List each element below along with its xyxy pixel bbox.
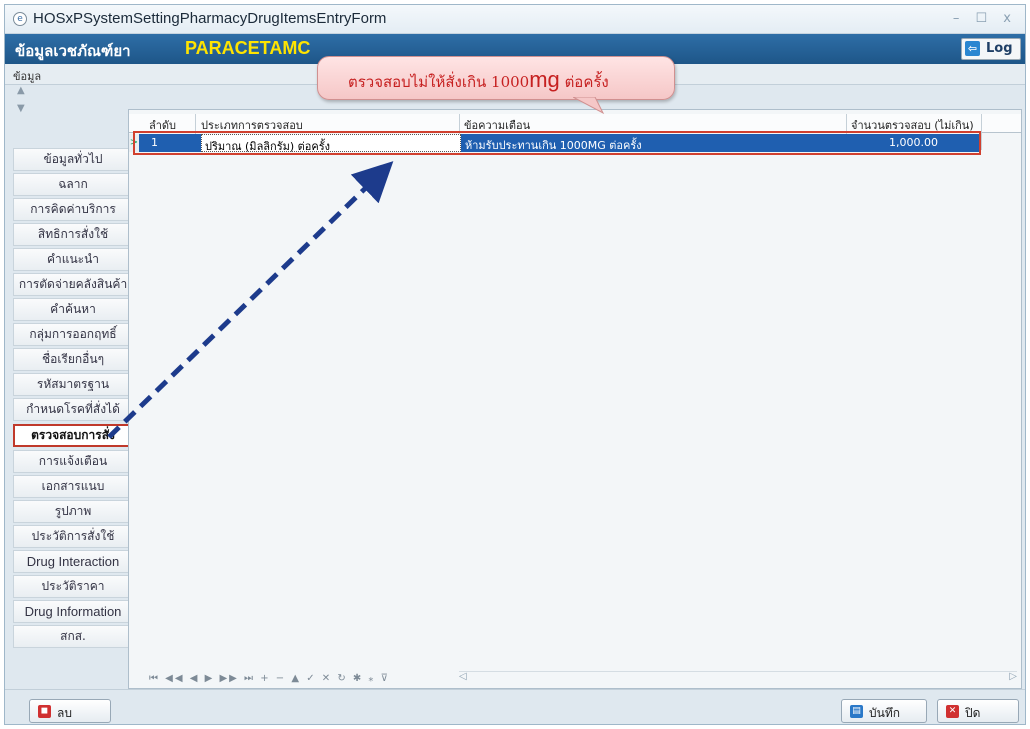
sidebar-item-billing[interactable]: การคิดค่าบริการ (13, 198, 133, 221)
delete-icon: ◼ (38, 705, 51, 718)
scroll-right-icon[interactable]: ▷ (1009, 671, 1017, 682)
close-button[interactable]: ✕ ปิด (937, 699, 1019, 723)
window-icon: e (13, 12, 27, 26)
callout-tail (573, 97, 605, 115)
sidebar-item-standard-code[interactable]: รหัสมาตรฐาน (13, 373, 133, 396)
row-highlight-box (133, 131, 981, 155)
sidebar-item-label[interactable]: ฉลาก (13, 173, 133, 196)
section-title: ข้อมูลเวชภัณฑ์ยา (15, 42, 131, 60)
save-label: บันทึก (869, 706, 900, 720)
delete-label: ลบ (57, 706, 72, 720)
sidebar-item-allowed-diseases[interactable]: กำหนดโรคที่สั่งได้ (13, 398, 133, 421)
save-button[interactable]: ▤ บันทึก (841, 699, 927, 723)
scroll-down-icon[interactable]: ▼ (17, 103, 25, 114)
footer-bar: ◼ ลบ ▤ บันทึก ✕ ปิด (5, 689, 1025, 724)
sidebar-item-drug-information[interactable]: Drug Information (13, 600, 133, 623)
sidebar-item-other-names[interactable]: ชื่อเรียกอื่นๆ (13, 348, 133, 371)
sidebar: ▲ ▼ ข้อมูลทั่วไป ฉลาก การคิดค่าบริการ สิ… (13, 85, 133, 667)
sidebar-item-search-terms[interactable]: คำค้นหา (13, 298, 133, 321)
window: e HOSxPSystemSettingPharmacyDrugItemsEnt… (4, 4, 1026, 725)
callout-text: ตรวจสอบไม่ให้สั่งเกิน 1000mg ต่อครั้ง (348, 67, 609, 94)
sidebar-item-images[interactable]: รูปภาพ (13, 500, 133, 523)
window-controls[interactable]: – ☐ x (953, 11, 1017, 26)
close-icon: ✕ (946, 705, 959, 718)
sidebar-item-prescribe-rights[interactable]: สิทธิการสั่งใช้ (13, 223, 133, 246)
check-grid: ลำดับ ประเภทการตรวจสอบ ข้อความเตือน จำนว… (128, 109, 1022, 689)
log-icon: ⇦ (965, 41, 980, 56)
scroll-up-icon[interactable]: ▲ (17, 85, 25, 96)
sidebar-item-price-history[interactable]: ประวัติราคา (13, 575, 133, 598)
log-button[interactable]: ⇦ Log (961, 38, 1021, 60)
close-label: ปิด (965, 706, 981, 720)
sidebar-item-stock-deduction[interactable]: การตัดจ่ายคลังสินค้า (13, 273, 133, 296)
sidebar-item-drug-interaction[interactable]: Drug Interaction (13, 550, 133, 573)
title-bar: e HOSxPSystemSettingPharmacyDrugItemsEnt… (5, 5, 1025, 34)
sidebar-item-advice[interactable]: คำแนะนำ (13, 248, 133, 271)
table-row[interactable]: > 1 ปริมาณ (มิลลิกรัม) ต่อครั้ง ห้ามรับป… (129, 131, 1021, 155)
sub-header-label: ข้อมูล (13, 70, 42, 83)
annotation-callout: ตรวจสอบไม่ให้สั่งเกิน 1000mg ต่อครั้ง (317, 56, 675, 100)
callout-text-main: ตรวจสอบไม่ให้สั่งเกิน 1000 (348, 73, 530, 91)
sidebar-item-action-group[interactable]: กลุ่มการออกฤทธิ์ (13, 323, 133, 346)
grid-navigator[interactable]: ⏮ ◀◀ ◀ ▶ ▶▶ ⏭ + − ▲ ✓ ✕ ↻ ✱ ⁎ ⊽ (149, 673, 390, 684)
sidebar-item-attachments[interactable]: เอกสารแนบ (13, 475, 133, 498)
sidebar-item-general[interactable]: ข้อมูลทั่วไป (13, 148, 133, 171)
window-title: HOSxPSystemSettingPharmacyDrugItemsEntry… (33, 10, 387, 27)
sidebar-item-alerts[interactable]: การแจ้งเตือน (13, 450, 133, 473)
callout-text-unit: mg (529, 67, 560, 92)
scroll-left-icon[interactable]: ◁ (459, 671, 467, 682)
sidebar-item-usage-history[interactable]: ประวัติการสั่งใช้ (13, 525, 133, 548)
log-label: Log (986, 41, 1013, 56)
sidebar-item-sks[interactable]: สกส. (13, 625, 133, 648)
horizontal-scrollbar[interactable]: ◁ ▷ (459, 671, 1017, 684)
delete-button[interactable]: ◼ ลบ (29, 699, 111, 723)
drug-name: PARACETAMC (185, 38, 311, 58)
callout-text-tail: ต่อครั้ง (559, 73, 609, 91)
sidebar-item-order-check[interactable]: ตรวจสอบการสั่ง (13, 424, 133, 447)
save-icon: ▤ (850, 705, 863, 718)
